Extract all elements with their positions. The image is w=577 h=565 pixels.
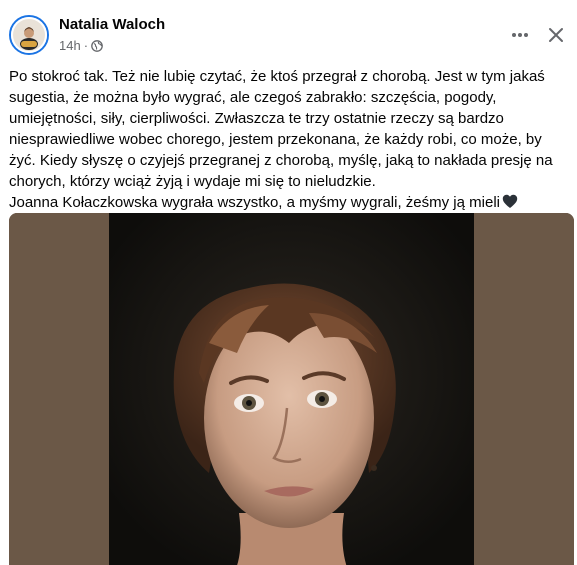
post-text-line: żyć. Kiedy słyszę o czyjejś przegranej z… xyxy=(9,152,553,169)
facebook-post: Natalia Waloch 14h · Po stokroć tak. Też… xyxy=(0,0,577,565)
more-options-button[interactable] xyxy=(505,20,535,50)
author-avatar[interactable] xyxy=(9,15,49,55)
ellipsis-icon xyxy=(512,33,528,37)
globe-icon[interactable] xyxy=(91,39,103,52)
post-text-line: sugestia, że można było wygrać, ale czeg… xyxy=(9,89,497,106)
post-text-line: niesprawiedliwe wobec chorego, jestem pr… xyxy=(9,131,542,148)
close-button[interactable] xyxy=(541,20,571,50)
close-icon xyxy=(549,28,563,42)
post-meta: 14h · xyxy=(59,38,103,53)
post-photo[interactable] xyxy=(9,213,574,565)
post-text-line-last: Joanna Kołaczkowska wygrała wszystko, a … xyxy=(9,192,569,215)
post-text-line: chorych, którzy wciąż żyją i wydaje mi s… xyxy=(9,173,376,190)
post-text-line: Po stokroć tak. Też nie lubię czytać, że… xyxy=(9,68,545,85)
post-text-line: umiejętności, siły, cierpliwości. Zwłasz… xyxy=(9,110,504,127)
post-text-line: Joanna Kołaczkowska wygrała wszystko, a … xyxy=(9,194,500,211)
black-heart-icon xyxy=(502,194,518,215)
portrait-photo xyxy=(9,213,574,565)
avatar-image xyxy=(11,17,47,53)
post-time[interactable]: 14h xyxy=(59,38,81,53)
post-text: Po stokroć tak. Też nie lubię czytać, że… xyxy=(9,66,569,215)
author-name[interactable]: Natalia Waloch xyxy=(59,16,165,33)
meta-separator: · xyxy=(83,38,89,53)
